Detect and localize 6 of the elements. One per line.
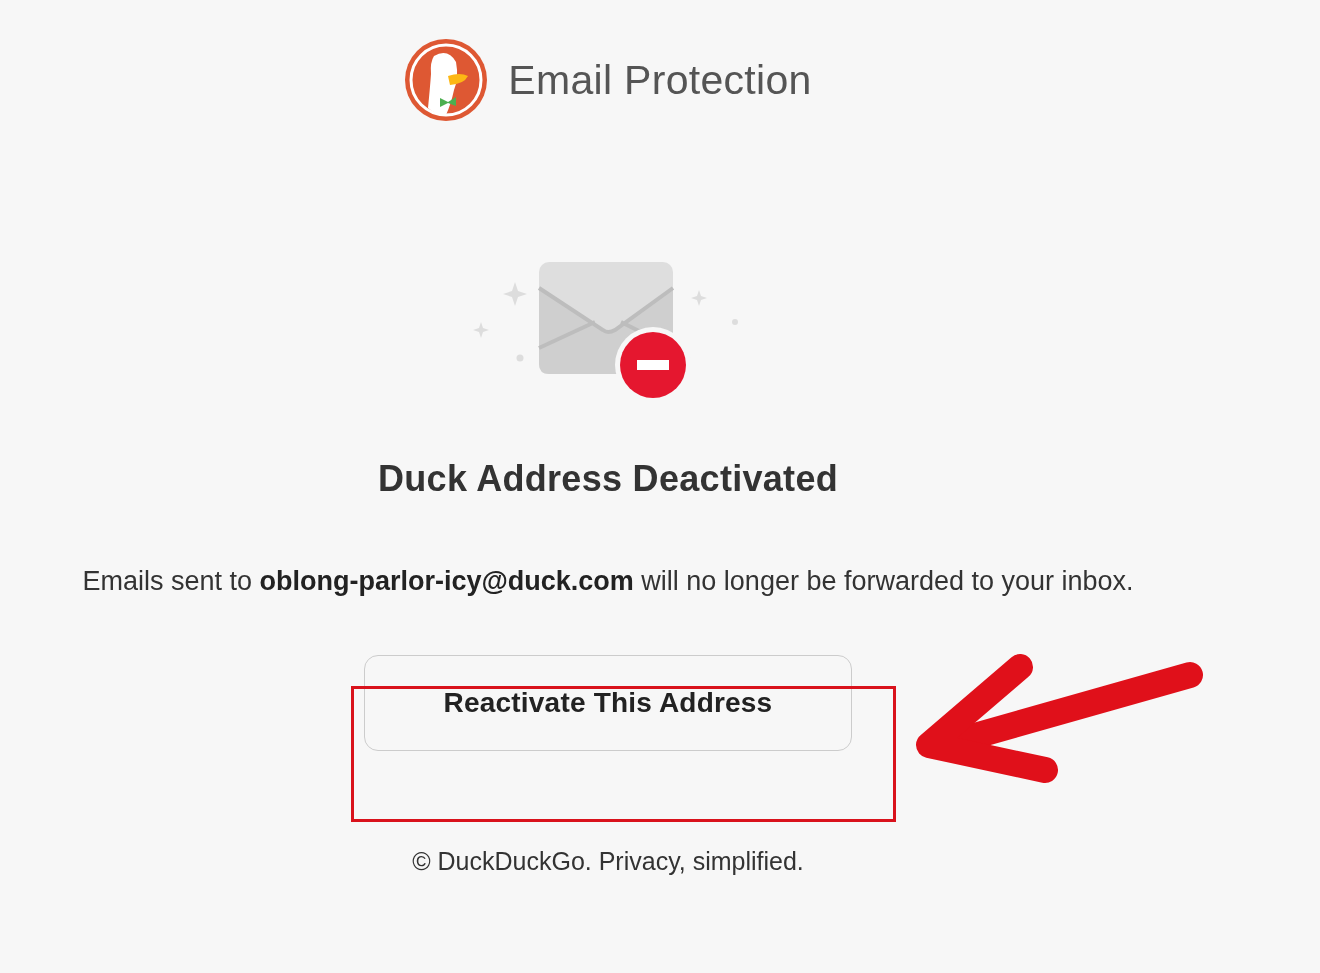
message-text: Emails sent to oblong-parlor-icy@duck.com will no longer be forwarded to your inbox. (81, 565, 1135, 598)
reactivate-button[interactable]: Reactivate This Address (364, 655, 852, 751)
notice-heading: Duck Address Deactivated (377, 458, 839, 500)
app-title: Email Protection (508, 56, 812, 104)
logo-icon (404, 38, 489, 122)
footer-text: © DuckDuckGo. Privacy, simplified. (412, 847, 804, 876)
